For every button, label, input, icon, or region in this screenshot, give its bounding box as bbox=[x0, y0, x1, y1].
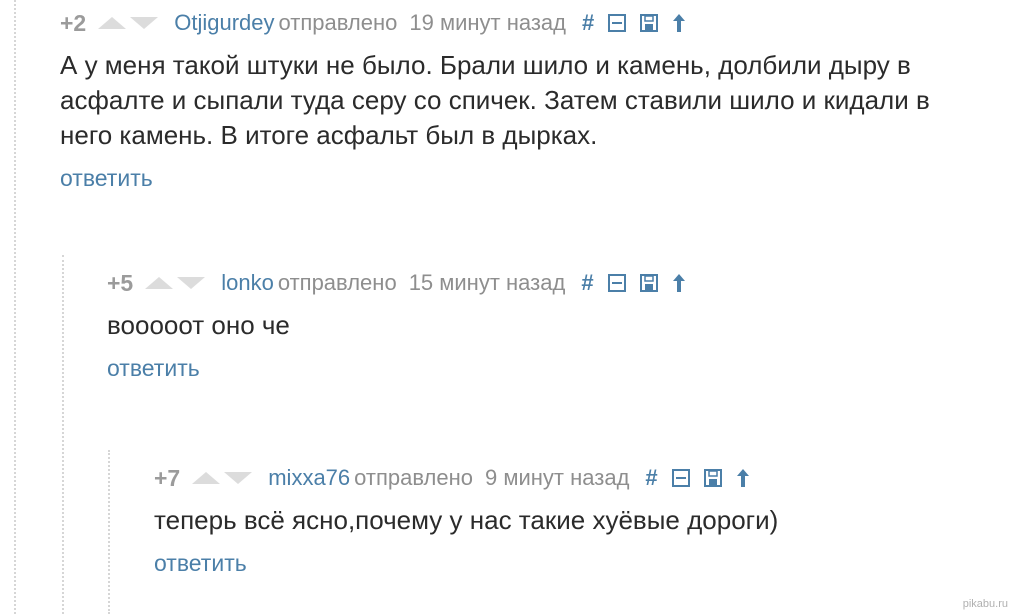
upvote-icon[interactable] bbox=[192, 472, 221, 484]
timestamp[interactable]: 9 минут назад bbox=[485, 465, 629, 491]
author-link[interactable]: lonko bbox=[221, 270, 274, 296]
thread-line bbox=[14, 0, 16, 614]
downvote-icon[interactable] bbox=[130, 17, 159, 29]
collapse-icon[interactable] bbox=[671, 469, 690, 487]
comment-text-line: него камень. В итоге асфальт был в дырка… bbox=[60, 120, 598, 150]
rating: +2 bbox=[60, 9, 87, 36]
collapse-icon[interactable] bbox=[607, 274, 626, 292]
reply-link[interactable]: ответить bbox=[107, 355, 987, 382]
comment: +5 lonko отправлено 15 минут назад # воо… bbox=[107, 268, 987, 382]
comment-header: +5 lonko отправлено 15 минут назад # bbox=[107, 268, 987, 298]
permalink-icon[interactable]: # bbox=[645, 465, 657, 491]
comment-body: теперь всё ясно,почему у нас такие хуёвы… bbox=[154, 503, 994, 538]
downvote-icon[interactable] bbox=[224, 472, 253, 484]
comment-body: А у меня такой штуки не было. Брали шило… bbox=[60, 48, 1000, 153]
sent-label: отправлено bbox=[354, 465, 474, 490]
timestamp[interactable]: 19 минут назад bbox=[409, 10, 566, 36]
sent-label: отправлено bbox=[277, 270, 397, 295]
parent-arrow-icon[interactable] bbox=[736, 468, 750, 488]
reply-link[interactable]: ответить bbox=[154, 550, 994, 577]
comment-text-line: А у меня такой штуки не было. Брали шило… bbox=[60, 50, 911, 80]
comment: +7 mixxa76 отправлено 9 минут назад # те… bbox=[154, 463, 994, 577]
upvote-icon[interactable] bbox=[98, 17, 127, 29]
save-icon[interactable] bbox=[639, 274, 658, 292]
comment-header: +2 Otjigurdey отправлено 19 минут назад … bbox=[60, 8, 1000, 38]
upvote-icon[interactable] bbox=[145, 277, 174, 289]
save-icon[interactable] bbox=[703, 469, 722, 487]
comment: +2 Otjigurdey отправлено 19 минут назад … bbox=[60, 8, 1000, 192]
comment-body: вооооот оно че bbox=[107, 308, 987, 343]
comment-text-line: асфалте и сыпали туда серу со спичек. За… bbox=[60, 85, 930, 115]
permalink-icon[interactable]: # bbox=[582, 10, 594, 36]
save-icon[interactable] bbox=[640, 14, 659, 32]
downvote-icon[interactable] bbox=[177, 277, 206, 289]
sent-label: отправлено bbox=[278, 10, 398, 35]
comment-text-line: теперь всё ясно,почему у нас такие хуёвы… bbox=[154, 505, 779, 535]
collapse-icon[interactable] bbox=[608, 14, 627, 32]
rating: +7 bbox=[154, 464, 181, 491]
parent-arrow-icon[interactable] bbox=[672, 273, 686, 293]
author-link[interactable]: Otjigurdey bbox=[174, 10, 274, 36]
rating: +5 bbox=[107, 269, 134, 296]
watermark: pikabu.ru bbox=[962, 598, 1008, 610]
reply-link[interactable]: ответить bbox=[60, 165, 1000, 192]
parent-arrow-icon[interactable] bbox=[672, 13, 686, 33]
thread-line bbox=[62, 255, 64, 614]
timestamp[interactable]: 15 минут назад bbox=[409, 270, 566, 296]
permalink-icon[interactable]: # bbox=[581, 270, 593, 296]
thread-line bbox=[108, 450, 110, 614]
comment-text-line: вооооот оно че bbox=[107, 310, 290, 340]
author-link[interactable]: mixxa76 bbox=[268, 465, 350, 491]
comment-header: +7 mixxa76 отправлено 9 минут назад # bbox=[154, 463, 994, 493]
